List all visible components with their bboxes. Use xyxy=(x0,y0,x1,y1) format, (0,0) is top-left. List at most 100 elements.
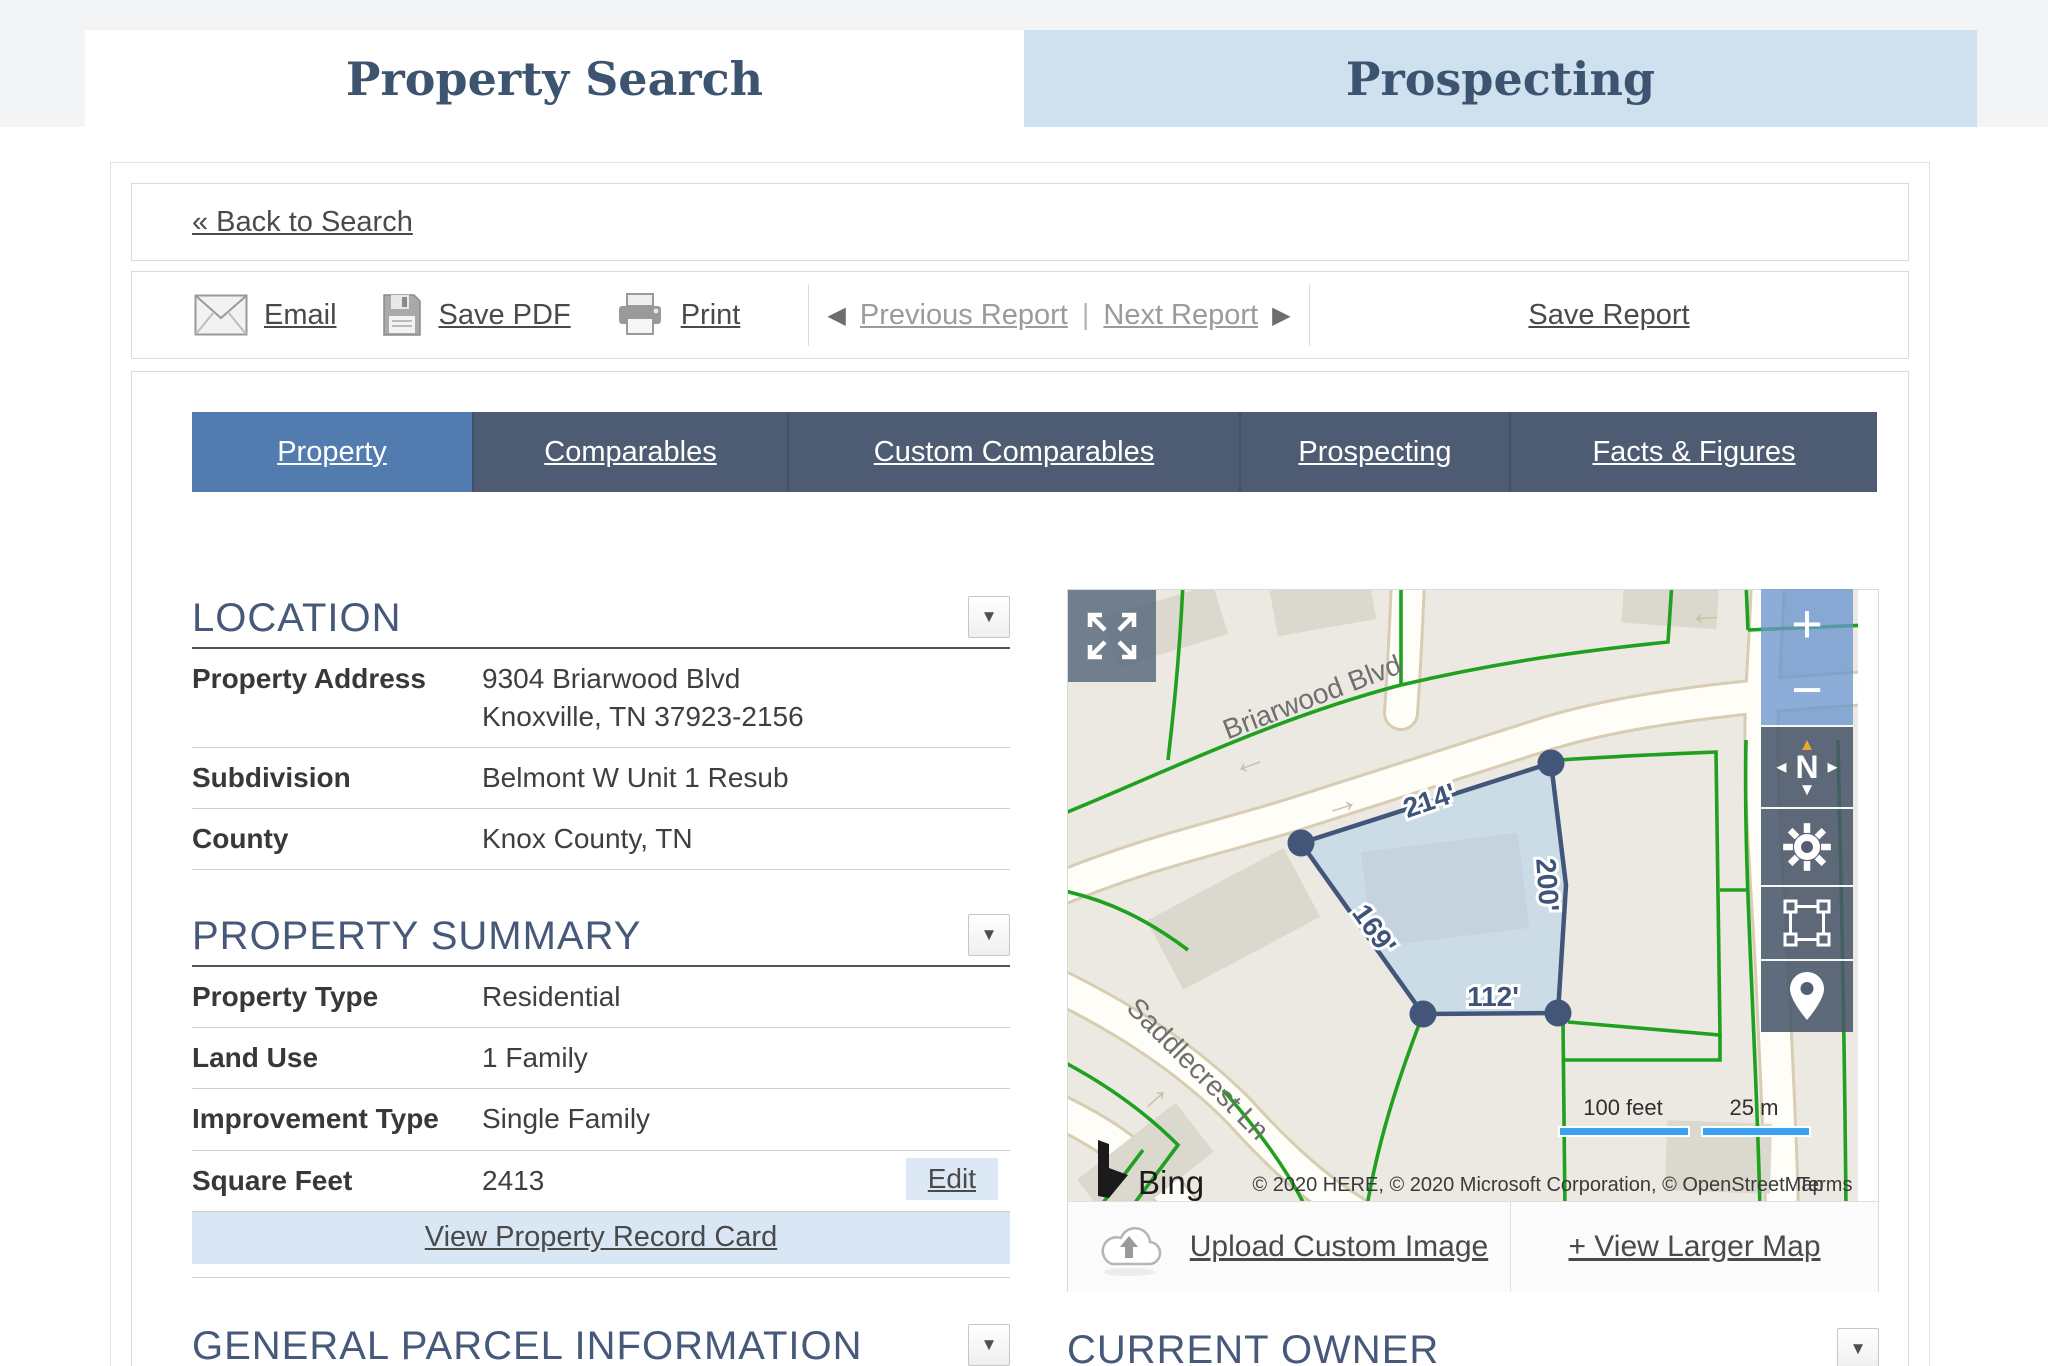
zoom-in-button[interactable]: + xyxy=(1761,591,1853,657)
current-owner-heading: CURRENT OWNER xyxy=(1067,1328,1439,1366)
report-tab-prospecting[interactable]: Prospecting xyxy=(1241,412,1511,492)
square-feet-row: Square Feet 2413 Edit xyxy=(192,1151,1010,1212)
back-bar: « Back to Search xyxy=(131,183,1909,261)
map-zoom-controls: + − xyxy=(1761,589,1853,725)
current-owner-section-header: CURRENT OWNER ▼ xyxy=(1067,1328,1879,1366)
report-tab-custom-comparables[interactable]: Custom Comparables xyxy=(789,412,1241,492)
land-use-row: Land Use 1 Family xyxy=(192,1028,1010,1089)
dropdown-icon: ▼ xyxy=(981,1335,998,1355)
property-address-label: Property Address xyxy=(192,660,482,736)
view-property-record-card-link: View Property Record Card xyxy=(425,1221,777,1254)
location-collapse-button[interactable]: ▼ xyxy=(968,596,1010,638)
bing-map[interactable]: ← → ← → Briarwood Blvd Saddlecrest Ln xyxy=(1068,590,1858,1201)
save-report-link[interactable]: Save Report xyxy=(1528,299,1689,332)
bing-logo-text: Bing xyxy=(1138,1164,1204,1201)
back-to-search-link[interactable]: « Back to Search xyxy=(192,206,413,239)
upload-custom-image-button[interactable]: Upload Custom Image xyxy=(1068,1202,1511,1292)
report-tab-property[interactable]: Property xyxy=(192,412,474,492)
property-type-value: Residential xyxy=(482,978,621,1016)
measure-area-icon xyxy=(1780,896,1834,950)
improvement-type-row: Improvement Type Single Family xyxy=(192,1089,1010,1150)
map-panel: ← → ← → Briarwood Blvd Saddlecrest Ln xyxy=(1067,589,1879,1292)
map-terms-link[interactable]: Terms xyxy=(1798,1174,1852,1196)
report-tab-property-label: Property xyxy=(277,436,387,469)
county-value: Knox County, TN xyxy=(482,820,693,858)
view-larger-map-button[interactable]: + View Larger Map xyxy=(1511,1202,1878,1292)
dropdown-icon: ▼ xyxy=(981,607,998,627)
print-label: Print xyxy=(681,299,741,332)
property-summary-section-header: PROPERTY SUMMARY ▼ xyxy=(192,914,1010,967)
subdivision-row: Subdivision Belmont W Unit 1 Resub xyxy=(192,748,1010,809)
report-tab-comparables[interactable]: Comparables xyxy=(474,412,789,492)
scale-feet-label: 100 feet xyxy=(1583,1095,1663,1120)
county-row: County Knox County, TN xyxy=(192,809,1010,870)
parcel-dim-112: 112' xyxy=(1467,981,1519,1012)
scale-meters-label: 25 m xyxy=(1730,1095,1779,1120)
next-report-arrow-icon: ▶ xyxy=(1272,301,1290,330)
compass-left-icon: ◂ xyxy=(1776,752,1786,782)
print-button[interactable]: Print xyxy=(615,292,741,338)
edit-label: Edit xyxy=(928,1163,976,1194)
subdivision-label: Subdivision xyxy=(192,759,482,797)
property-summary-heading: PROPERTY SUMMARY xyxy=(192,914,641,959)
property-address-row: Property Address 9304 Briarwood Blvd Kno… xyxy=(192,649,1010,748)
tab-prospecting[interactable]: Prospecting xyxy=(1024,30,1977,127)
report-tab-prospecting-label: Prospecting xyxy=(1298,436,1451,469)
gear-icon xyxy=(1781,821,1833,873)
zoom-in-icon: + xyxy=(1791,593,1823,655)
save-pdf-icon xyxy=(381,292,423,338)
county-label: County xyxy=(192,820,482,858)
general-parcel-collapse-button[interactable]: ▼ xyxy=(968,1324,1010,1366)
map-measure-button[interactable] xyxy=(1761,885,1853,959)
map-attribution: © 2020 HERE, © 2020 Microsoft Corporatio… xyxy=(1252,1174,1852,1196)
square-feet-label: Square Feet xyxy=(192,1162,482,1200)
view-property-record-card-band[interactable]: View Property Record Card xyxy=(192,1212,1010,1264)
report-tab-custom-comparables-label: Custom Comparables xyxy=(874,436,1154,469)
tab-property-search-label: Property Search xyxy=(346,52,763,106)
improvement-type-label: Improvement Type xyxy=(192,1100,482,1138)
report-container: « Back to Search Email xyxy=(110,162,1930,1366)
compass-down-icon: ▼ xyxy=(1799,782,1816,797)
tab-property-search[interactable]: Property Search xyxy=(85,30,1024,127)
property-type-label: Property Type xyxy=(192,978,482,1016)
property-summary-collapse-button[interactable]: ▼ xyxy=(968,914,1010,956)
report-tab-facts-figures-label: Facts & Figures xyxy=(1592,436,1795,469)
map-compass-control[interactable]: ▲ ◂ N ▸ ▼ xyxy=(1761,725,1853,807)
location-section-header: LOCATION ▼ xyxy=(192,596,1010,649)
print-icon xyxy=(615,292,665,338)
map-bottom-bar: Upload Custom Image + View Larger Map xyxy=(1068,1201,1878,1292)
zoom-out-icon: − xyxy=(1791,659,1823,721)
current-owner-collapse-button[interactable]: ▼ xyxy=(1837,1328,1879,1366)
map-settings-button[interactable] xyxy=(1761,807,1853,885)
report-nav-tabs: Property Comparables Custom Comparables … xyxy=(192,412,1879,492)
map-fullscreen-button[interactable] xyxy=(1068,590,1156,682)
edit-square-feet-button[interactable]: Edit xyxy=(906,1158,998,1200)
report-tab-facts-figures[interactable]: Facts & Figures xyxy=(1511,412,1877,492)
improvement-type-value: Single Family xyxy=(482,1100,650,1138)
zoom-out-button[interactable]: − xyxy=(1761,657,1853,723)
map-location-pin-button[interactable] xyxy=(1761,959,1853,1032)
save-pdf-button[interactable]: Save PDF xyxy=(381,292,571,338)
report-body: Property Comparables Custom Comparables … xyxy=(131,371,1909,1366)
page: Property Search Prospecting « Back to Se… xyxy=(0,0,2048,1366)
property-address-line1: 9304 Briarwood Blvd xyxy=(482,660,804,698)
compass-north-label: N xyxy=(1795,752,1818,782)
previous-report-arrow-icon: ◀ xyxy=(827,301,845,330)
map-controls: + − ▲ ◂ N ▸ ▼ xyxy=(1761,589,1853,1032)
tab-prospecting-label: Prospecting xyxy=(1346,52,1655,106)
email-icon xyxy=(194,294,248,336)
general-parcel-heading: GENERAL PARCEL INFORMATION xyxy=(192,1324,863,1366)
next-report-link[interactable]: Next Report xyxy=(1103,299,1258,332)
email-button[interactable]: Email xyxy=(194,294,337,336)
subdivision-value: Belmont W Unit 1 Resub xyxy=(482,759,789,797)
land-use-value: 1 Family xyxy=(482,1039,588,1077)
location-pin-icon xyxy=(1780,968,1834,1026)
property-address-line2: Knoxville, TN 37923-2156 xyxy=(482,698,804,736)
previous-report-link[interactable]: Previous Report xyxy=(860,299,1068,332)
parcel-dim-200: 200' xyxy=(1530,857,1565,912)
map-copyright: © 2020 HERE, © 2020 Microsoft Corporatio… xyxy=(1252,1174,1823,1196)
dropdown-icon: ▼ xyxy=(981,925,998,945)
email-label: Email xyxy=(264,299,337,332)
location-heading: LOCATION xyxy=(192,596,402,641)
square-feet-value: 2413 xyxy=(482,1162,544,1200)
